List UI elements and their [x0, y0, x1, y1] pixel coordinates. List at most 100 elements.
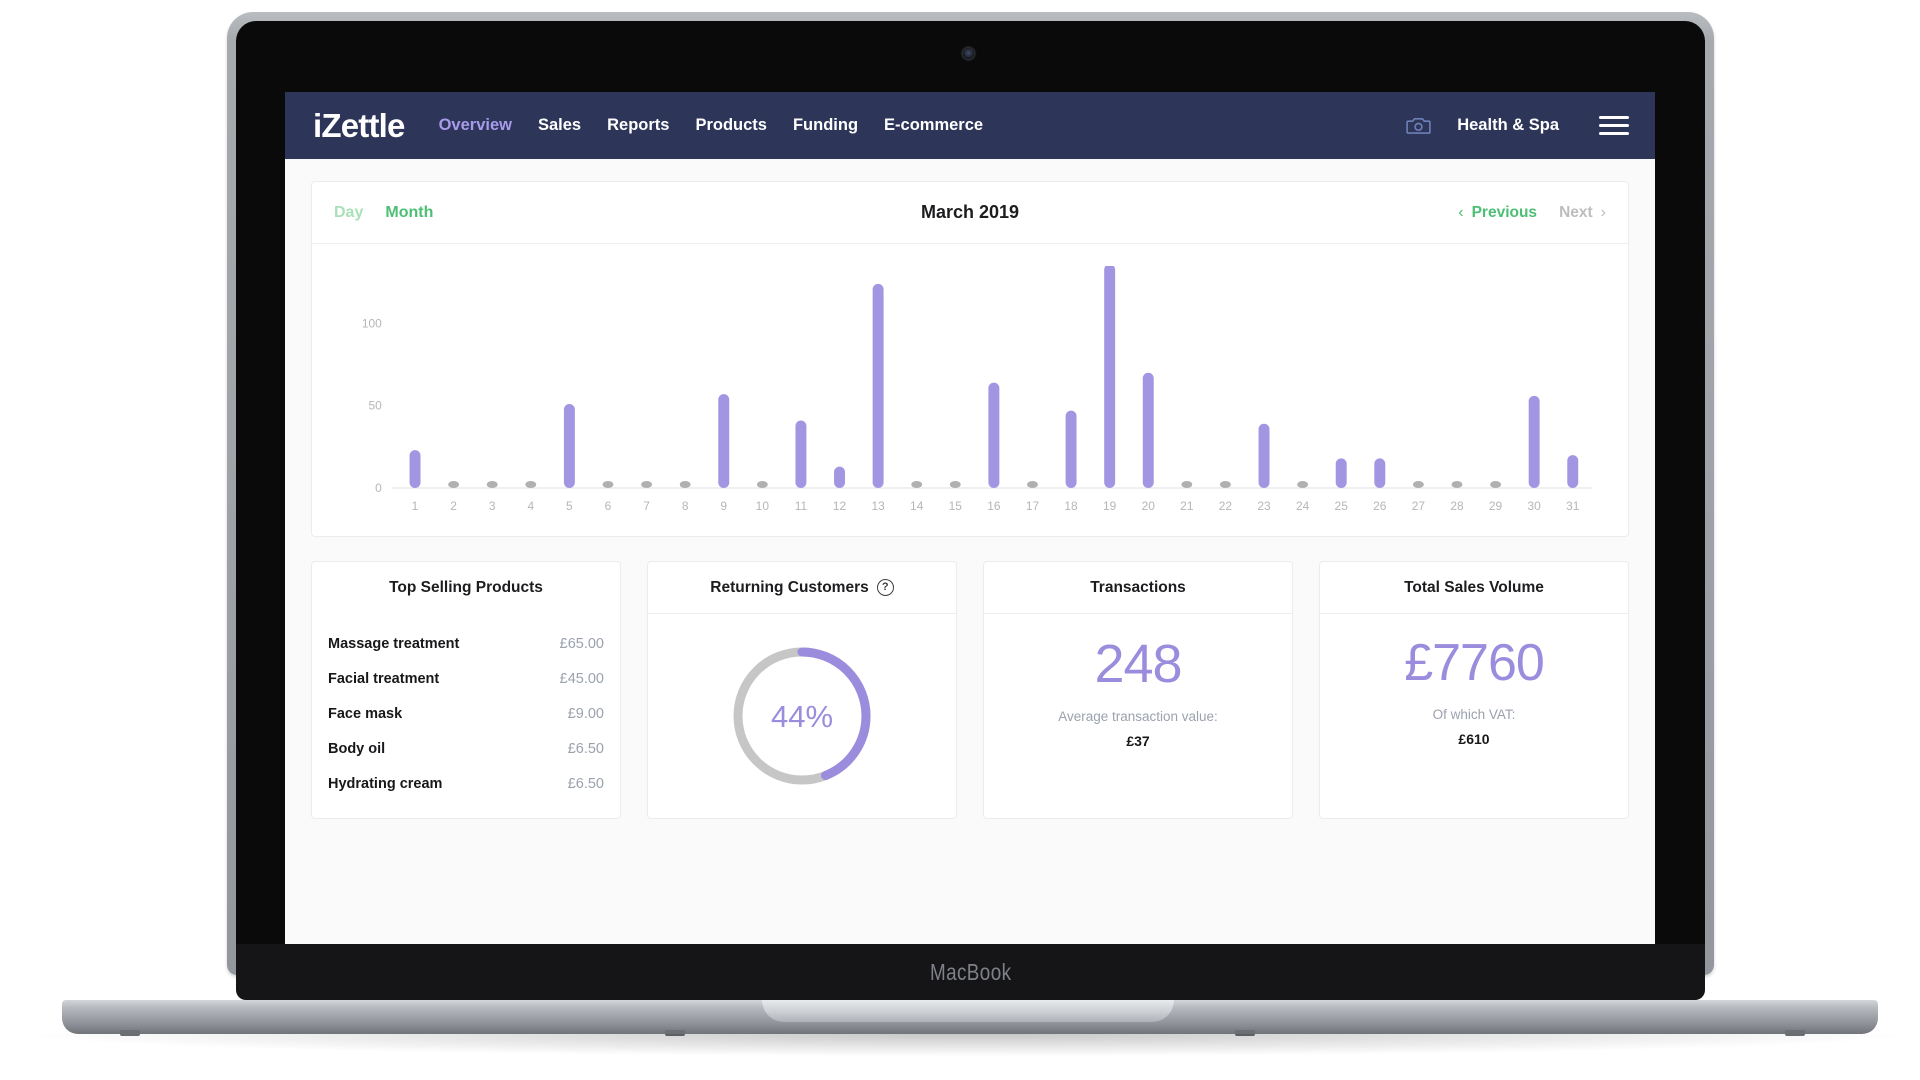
vat-value: £610 [1458, 730, 1490, 747]
range-tab-group: Day Month [334, 204, 433, 222]
product-price: £45.00 [559, 670, 604, 687]
product-name: Hydrating cream [328, 775, 443, 792]
question-mark-icon[interactable]: ? [876, 579, 894, 596]
svg-text:5: 5 [566, 499, 573, 513]
returning-customers-donut-wrap: 44% [648, 614, 956, 818]
bar-day-24 [1297, 481, 1309, 488]
vat-label: Of which VAT: [1432, 706, 1516, 722]
bar-day-30 [1528, 395, 1540, 488]
svg-text:15: 15 [949, 499, 963, 513]
total-sales-volume-body: £7760 Of which VAT: £610 [1320, 614, 1628, 818]
list-item[interactable]: Facial treatment £45.00 [328, 661, 604, 696]
screenshot-stage: iZettle Overview Sales Reports Products … [0, 0, 1920, 1080]
card-title-total-sales-volume: Total Sales Volume [1320, 562, 1628, 614]
bar-day-11 [795, 420, 807, 488]
chart-toolbar: Day Month March 2019 ‹ Previous Next › [312, 182, 1628, 244]
svg-text:26: 26 [1373, 499, 1387, 513]
svg-text:23: 23 [1257, 499, 1271, 513]
bar-day-10 [756, 481, 768, 488]
returning-customers-donut: 44% [733, 647, 871, 785]
range-tab-day[interactable]: Day [334, 204, 363, 222]
total-sales-volume-card: Total Sales Volume £7760 Of which VAT: £… [1319, 561, 1629, 819]
bar-day-13 [872, 283, 884, 488]
account-name[interactable]: Health & Spa [1457, 116, 1559, 135]
product-name: Facial treatment [328, 670, 440, 687]
nav-right-group: Health & Spa [1406, 116, 1629, 135]
svg-text:12: 12 [833, 499, 847, 513]
card-title-returning-customers: Returning Customers ? [648, 562, 956, 614]
daily-sales-bar-chart: 0501001 2 3 4 5 6 7 8 9 10 11 12 13 14 15 16 17 18 19 20 21 2… [362, 266, 1593, 513]
list-item[interactable]: Massage treatment £65.00 [328, 626, 604, 661]
chevron-left-icon: ‹ [1458, 203, 1464, 221]
product-name: Face mask [328, 705, 403, 722]
svg-text:25: 25 [1335, 499, 1349, 513]
svg-text:27: 27 [1412, 499, 1426, 513]
svg-text:100: 100 [362, 316, 382, 330]
svg-text:21: 21 [1180, 499, 1194, 513]
average-transaction-value: £37 [1126, 732, 1150, 749]
average-transaction-value-label: Average transaction value: [1058, 708, 1218, 724]
bar-day-14 [911, 481, 923, 488]
returning-customers-label: Returning Customers [710, 578, 869, 596]
svg-text:28: 28 [1450, 499, 1464, 513]
bar-day-7 [641, 481, 653, 488]
bar-day-17 [1027, 481, 1038, 488]
list-item[interactable]: Hydrating cream £6.50 [328, 766, 604, 801]
transactions-body: 248 Average transaction value: £37 [984, 614, 1292, 818]
svg-text:9: 9 [720, 499, 727, 513]
svg-text:19: 19 [1103, 499, 1117, 513]
card-title-transactions: Transactions [984, 562, 1292, 614]
laptop-base-notch [762, 1000, 1174, 1022]
top-selling-products-card: Top Selling Products Massage treatment £… [311, 561, 621, 819]
next-period-button[interactable]: Next › [1559, 204, 1606, 222]
macbook-wordmark: MacBook [929, 958, 1012, 985]
camera-icon[interactable] [1406, 116, 1431, 135]
product-price: £6.50 [567, 775, 604, 792]
browser-viewport: iZettle Overview Sales Reports Products … [285, 92, 1655, 947]
bar-day-29 [1490, 481, 1502, 488]
product-price: £9.00 [567, 705, 604, 722]
svg-text:3: 3 [489, 499, 496, 513]
range-tab-month[interactable]: Month [385, 204, 433, 222]
bar-day-25 [1335, 458, 1347, 488]
bar-day-12 [834, 466, 845, 488]
izettle-logo[interactable]: iZettle [313, 107, 405, 145]
nav-item-overview[interactable]: Overview [439, 116, 512, 135]
bar-day-5 [563, 404, 575, 488]
top-products-list: Massage treatment £65.00 Facial treatmen… [312, 614, 620, 801]
chart-plot-area: 0 50 100 1 2 3 4 5 6 7 8 9 10 11 12 13 14 15 16 17 18 19 20 21 2… [312, 244, 1628, 536]
hamburger-menu-icon[interactable] [1599, 116, 1629, 135]
nav-item-sales[interactable]: Sales [538, 116, 581, 135]
bar-day-8 [679, 481, 691, 488]
svg-text:1: 1 [412, 499, 419, 513]
bar-day-19 [1104, 266, 1116, 488]
bar-day-3 [486, 481, 498, 488]
list-item[interactable]: Body oil £6.50 [328, 731, 604, 766]
sales-chart-panel: Day Month March 2019 ‹ Previous Next › 0… [311, 181, 1629, 537]
top-navigation-bar: iZettle Overview Sales Reports Products … [285, 92, 1655, 159]
svg-text:29: 29 [1489, 499, 1503, 513]
product-name: Massage treatment [328, 635, 460, 652]
bar-day-26 [1374, 458, 1386, 488]
dashboard-content: Day Month March 2019 ‹ Previous Next › 0… [285, 159, 1655, 819]
laptop-drop-shadow [40, 1034, 1900, 1056]
svg-text:10: 10 [756, 499, 770, 513]
bar-day-9 [718, 394, 730, 488]
svg-text:7: 7 [643, 499, 650, 513]
next-label: Next [1559, 203, 1593, 221]
svg-text:8: 8 [682, 499, 689, 513]
nav-item-products[interactable]: Products [695, 116, 767, 135]
nav-item-reports[interactable]: Reports [607, 116, 669, 135]
product-name: Body oil [328, 740, 386, 757]
card-title-top-selling-products: Top Selling Products [389, 579, 543, 596]
svg-text:20: 20 [1142, 499, 1156, 513]
nav-item-e-commerce[interactable]: E-commerce [884, 116, 983, 135]
list-item[interactable]: Face mask £9.00 [328, 696, 604, 731]
nav-item-funding[interactable]: Funding [793, 116, 858, 135]
bar-day-4 [525, 481, 537, 488]
total-sales-volume-value: £7760 [1404, 634, 1545, 692]
previous-period-button[interactable]: ‹ Previous [1458, 204, 1537, 222]
svg-text:44%: 44% [771, 699, 833, 734]
primary-nav: Overview Sales Reports Products Funding … [439, 116, 984, 135]
kpi-cards-row: Top Selling Products Massage treatment £… [311, 561, 1629, 819]
